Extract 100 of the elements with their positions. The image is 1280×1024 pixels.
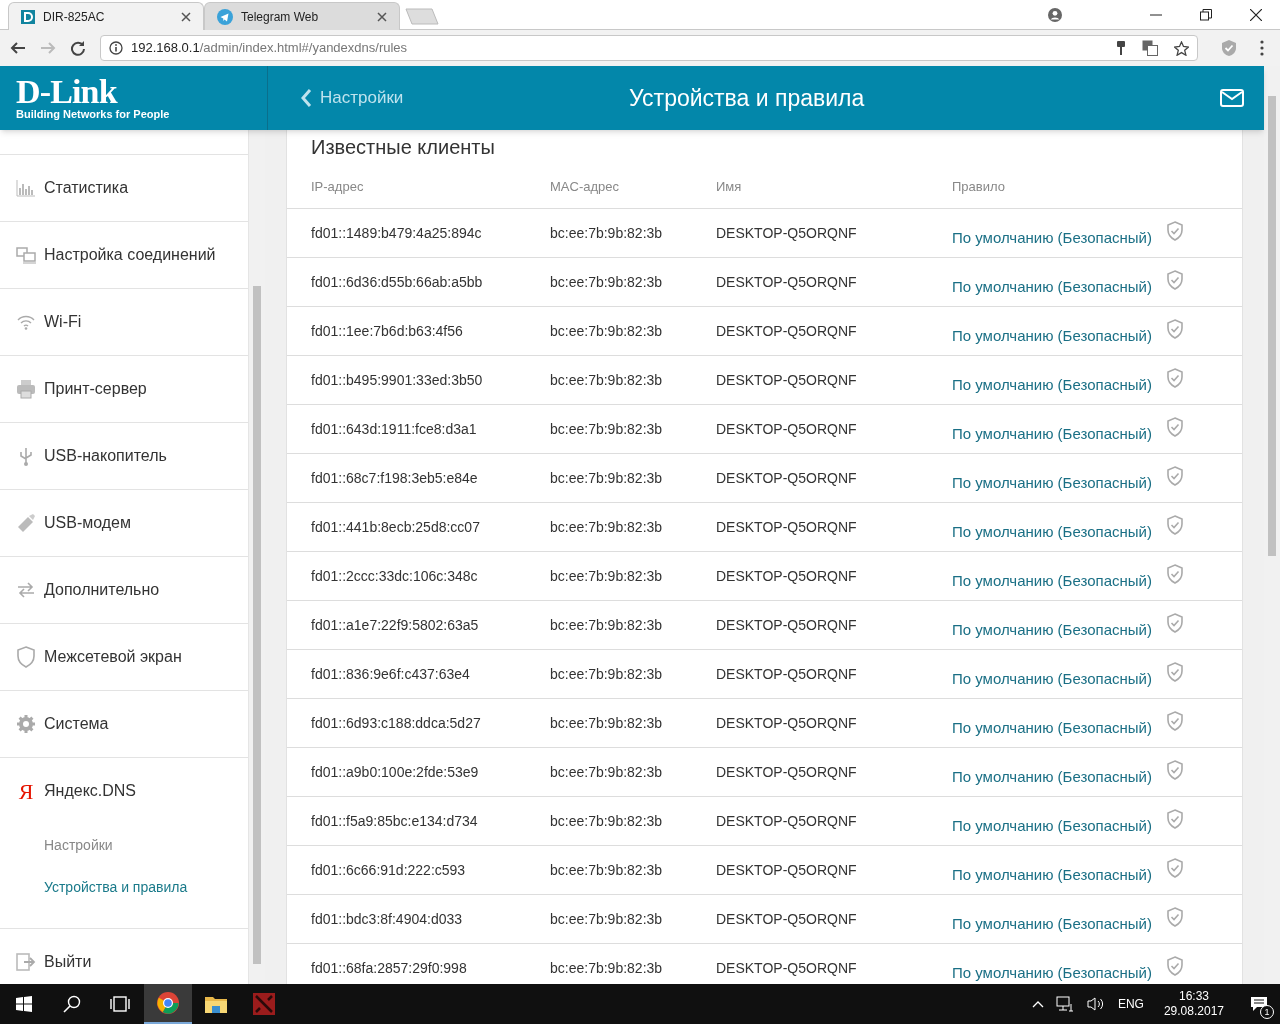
tab-title: DIR-825AC — [43, 8, 106, 26]
translate-icon[interactable] — [1142, 40, 1158, 56]
browser-tab[interactable]: Telegram Web — [204, 2, 400, 30]
profile-icon[interactable] — [1048, 7, 1062, 22]
table-row[interactable]: fd01::6d36:d55b:66ab:a5bb bc:ee:7b:9b:82:3b DESKTOP-Q5ORQNF По умолчанию (Безопасный) — [287, 258, 1242, 307]
key-icon[interactable] — [1116, 41, 1126, 55]
rule-link[interactable]: По умолчанию (Безопасный) — [952, 270, 1152, 299]
restore-icon[interactable] — [1200, 8, 1212, 21]
rule-link[interactable]: По умолчанию (Безопасный) — [952, 956, 1152, 984]
windows-icon[interactable] — [16, 996, 32, 1012]
close-icon[interactable] — [1250, 8, 1262, 21]
table-row[interactable]: fd01::6c66:91d:222:c593 bc:ee:7b:9b:82:3b DESKTOP-Q5ORQNF По умолчанию (Безопасный) — [287, 846, 1242, 895]
table-row[interactable]: fd01::a1e7:22f9:5802:63a5 bc:ee:7b:9b:82:3b DESKTOP-Q5ORQNF По умолчанию (Безопасный) — [287, 601, 1242, 650]
mail-icon[interactable] — [1220, 89, 1244, 107]
rule-link[interactable]: По умолчанию (Безопасный) — [952, 564, 1152, 593]
rule-link[interactable]: По умолчанию (Безопасный) — [952, 466, 1152, 495]
rule-link[interactable]: По умолчанию (Безопасный) — [952, 613, 1152, 642]
sidebar-item[interactable]: Настройка соединений — [0, 222, 248, 288]
sidebar-item[interactable]: Wi-Fi — [0, 289, 248, 355]
exit-icon — [16, 953, 36, 971]
table-cell-text: bc:ee:7b:9b:82:3b — [550, 616, 664, 635]
sidebar-item[interactable]: Я Яндекс.DNS — [0, 758, 248, 824]
star-icon[interactable] — [1174, 40, 1189, 56]
sidebar-item[interactable]: Статистика — [0, 155, 248, 221]
clock-date: 29.08.2017 — [1163, 1004, 1224, 1019]
table-cell-text: bc:ee:7b:9b:82:3b — [550, 420, 664, 439]
sidebar-item[interactable]: USB-модем — [0, 490, 248, 556]
sidebar-subitem[interactable]: Настройки — [0, 824, 248, 866]
table-cell-text: fd01::836:9e6f:c437:63e4 — [311, 665, 471, 684]
taskbar-button[interactable] — [144, 984, 192, 1024]
search-icon[interactable] — [63, 995, 81, 1013]
table-row[interactable]: fd01::441b:8ecb:25d8:cc07 bc:ee:7b:9b:82:3b DESKTOP-Q5ORQNF По умолчанию (Безопасный) — [287, 503, 1242, 552]
rule-link[interactable]: По умолчанию (Безопасный) — [952, 907, 1152, 936]
table-cell-text: DESKTOP-Q5ORQNF — [716, 567, 858, 586]
rule-link[interactable]: По умолчанию (Безопасный) — [952, 319, 1152, 348]
rule-link[interactable]: По умолчанию (Безопасный) — [952, 515, 1152, 544]
rule-link[interactable]: По умолчанию (Безопасный) — [952, 417, 1152, 446]
table-row[interactable]: fd01::1489:b479:4a25:894c bc:ee:7b:9b:82:3b DESKTOP-Q5ORQNF По умолчанию (Безопасный) — [287, 209, 1242, 258]
table-row[interactable]: fd01::836:9e6f:c437:63e4 bc:ee:7b:9b:82:3b DESKTOP-Q5ORQNF По умолчанию (Безопасный) — [287, 650, 1242, 699]
table-row[interactable]: fd01::2ccc:33dc:106c:348c bc:ee:7b:9b:82:3b DESKTOP-Q5ORQNF По умолчанию (Безопасный) — [287, 552, 1242, 601]
table-cell-text: bc:ee:7b:9b:82:3b — [550, 518, 664, 537]
sidebar-item[interactable]: Система — [0, 691, 248, 757]
table-row[interactable]: fd01::68c7:f198:3eb5:e84e bc:ee:7b:9b:82:3b DESKTOP-Q5ORQNF По умолчанию (Безопасный) — [287, 454, 1242, 503]
table-cell-text: fd01::6c66:91d:222:c593 — [311, 861, 467, 880]
shield-check-icon — [1165, 956, 1184, 976]
sidebar-item[interactable]: Выйти — [0, 929, 248, 984]
chevron-left-icon — [300, 88, 312, 108]
table-cell-text: DESKTOP-Q5ORQNF — [716, 420, 858, 439]
rule-link[interactable]: По умолчанию (Безопасный) — [952, 711, 1152, 740]
table-row[interactable]: fd01::f5a9:85bc:e134:d734 bc:ee:7b:9b:82:3b DESKTOP-Q5ORQNF По умолчанию (Безопасный) — [287, 797, 1242, 846]
chrome-icon[interactable] — [156, 991, 180, 1015]
folder-icon[interactable] — [204, 994, 228, 1014]
table-row[interactable]: fd01::1ee:7b6d:b63:4f56 bc:ee:7b:9b:82:3b DESKTOP-Q5ORQNF По умолчанию (Безопасный) — [287, 307, 1242, 356]
task-view-icon[interactable] — [110, 996, 130, 1012]
site-icon — [21, 9, 35, 24]
bar-chart-icon — [16, 179, 36, 197]
table-cell-text: DESKTOP-Q5ORQNF — [716, 714, 858, 733]
wifi-icon — [16, 314, 36, 330]
close-icon[interactable] — [181, 11, 191, 22]
browser-tab[interactable]: DIR-825AC — [8, 2, 204, 30]
sidebar-item[interactable]: Межсетевой экран — [0, 624, 248, 690]
info-icon[interactable] — [109, 41, 123, 55]
menu-icon[interactable] — [1260, 40, 1264, 56]
network-icon[interactable] — [1055, 996, 1074, 1012]
table-cell-text: bc:ee:7b:9b:82:3b — [550, 469, 664, 488]
rule-link[interactable]: По умолчанию (Безопасный) — [952, 809, 1152, 838]
sidebar-item[interactable]: Дополнительно — [0, 557, 248, 623]
shield-check-icon — [1165, 368, 1184, 388]
table-row[interactable]: fd01::bdc3:8f:4904:d033 bc:ee:7b:9b:82:3b DESKTOP-Q5ORQNF По умолчанию (Безопасный) — [287, 895, 1242, 944]
scrollbar[interactable] — [249, 130, 265, 984]
table-cell-text: fd01::b495:9901:33ed:3b50 — [311, 371, 484, 390]
reload-icon[interactable] — [70, 40, 86, 56]
sidebar-item[interactable]: USB-накопитель — [0, 423, 248, 489]
rule-link[interactable]: По умолчанию (Безопасный) — [952, 760, 1152, 789]
address-field[interactable]: 192.168.0.1/admin/index.html#/yandexdns/rules — [100, 35, 1198, 61]
table-row[interactable]: fd01::b495:9901:33ed:3b50 bc:ee:7b:9b:82:3b DESKTOP-Q5ORQNF По умолчанию (Безопасный) — [287, 356, 1242, 405]
shield-check-icon — [1165, 662, 1184, 682]
sidebar-item[interactable]: Принт-сервер — [0, 356, 248, 422]
rule-link[interactable]: По умолчанию (Безопасный) — [952, 858, 1152, 887]
logo-tagline: Building Networks for People — [16, 107, 171, 121]
table-row[interactable]: fd01::6d93:c188:ddca:5d27 bc:ee:7b:9b:82:3b DESKTOP-Q5ORQNF По умолчанию (Безопасный) — [287, 699, 1242, 748]
rule-link[interactable]: По умолчанию (Безопасный) — [952, 662, 1152, 691]
table-cell-text: fd01::68c7:f198:3eb5:e84e — [311, 469, 479, 488]
chevron-up-icon[interactable] — [1031, 1000, 1044, 1008]
shield-check-icon — [1165, 466, 1184, 486]
monitors-icon — [16, 246, 36, 264]
speaker-icon[interactable] — [1085, 996, 1106, 1012]
sidebar-subitem[interactable]: Устройства и правила — [0, 866, 248, 908]
language-indicator[interactable]: ENG — [1117, 995, 1144, 1013]
table-cell-text: fd01::6d36:d55b:66ab:a5bb — [311, 273, 484, 292]
table-cell-text: DESKTOP-Q5ORQNF — [716, 322, 858, 341]
column-header: IP-адрес — [311, 178, 365, 197]
back-icon[interactable] — [10, 40, 26, 56]
arrows-icon — [16, 582, 36, 598]
tab-title: Telegram Web — [241, 8, 320, 26]
table-row[interactable]: fd01::a9b0:100e:2fde:53e9 bc:ee:7b:9b:82:3b DESKTOP-Q5ORQNF По умолчанию (Безопасный) — [287, 748, 1242, 797]
rule-link[interactable]: По умолчанию (Безопасный) — [952, 368, 1152, 397]
rule-link[interactable]: По умолчанию (Безопасный) — [952, 221, 1152, 250]
table-row[interactable]: fd01::643d:1911:fce8:d3a1 bc:ee:7b:9b:82:3b DESKTOP-Q5ORQNF По умолчанию (Безопасный) — [287, 405, 1242, 454]
table-cell-text: DESKTOP-Q5ORQNF — [716, 469, 858, 488]
